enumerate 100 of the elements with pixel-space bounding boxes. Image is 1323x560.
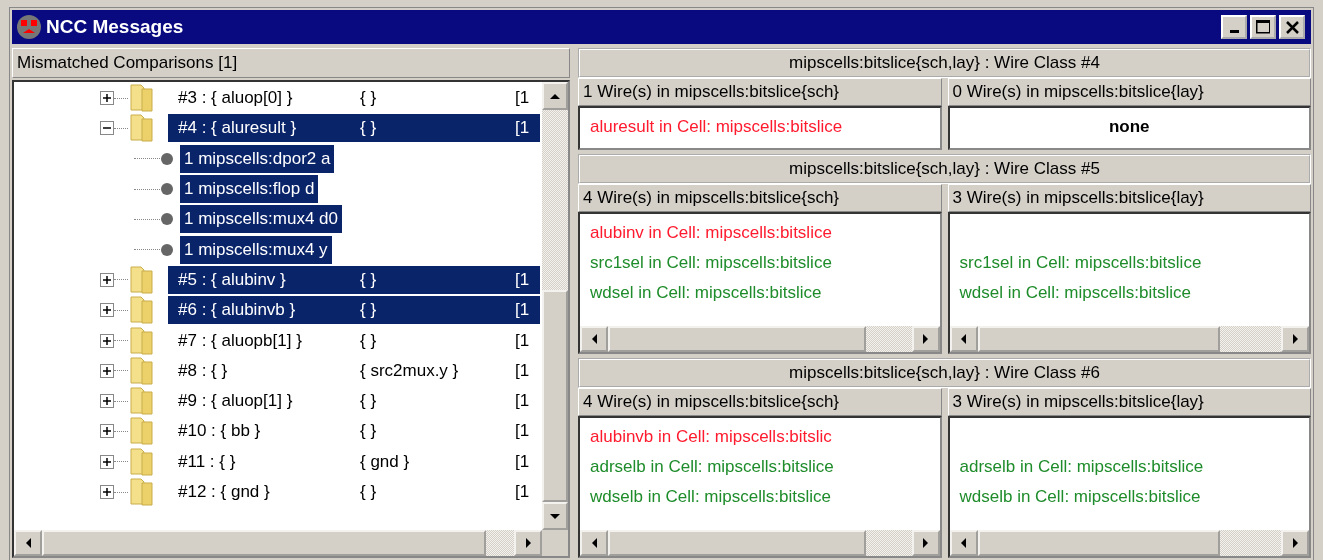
pane-header: Mismatched Comparisons [1] xyxy=(17,53,238,73)
minimize-button[interactable] xyxy=(1221,15,1247,39)
tree-row[interactable]: #6 : { alubinvb } { } [1 xyxy=(168,296,540,325)
wire-entry[interactable]: adrselb in Cell: mipscells:bitslice xyxy=(590,457,834,478)
scroll-left-button[interactable] xyxy=(580,326,608,353)
folder-icon xyxy=(128,477,154,507)
scrollbar-corner xyxy=(542,530,568,556)
scroll-right-button[interactable] xyxy=(911,326,940,353)
folder-icon xyxy=(128,386,154,417)
wire-entry[interactable]: src1sel in Cell: mipscells:bitslice xyxy=(959,253,1202,274)
tree-row[interactable]: #7 : { aluopb[1] } { } [1 xyxy=(168,326,540,355)
expand-icon[interactable] xyxy=(100,91,114,106)
tree-row[interactable]: #3 : { aluop[0] } { } [1 xyxy=(168,84,540,113)
wire-entry[interactable]: alubinvb in Cell: mipscells:bitslic xyxy=(590,427,832,448)
tree-item[interactable]: 1 mipscells:dpor2 a xyxy=(180,144,335,173)
folder-icon xyxy=(128,83,154,114)
arrow-right-icon xyxy=(1292,334,1298,345)
count-label: [1 xyxy=(515,300,530,321)
comparison-label: #8 : { } xyxy=(178,360,229,381)
tree-row[interactable]: #4 : { aluresult } { } [1 xyxy=(168,114,540,143)
scroll-left-button[interactable] xyxy=(580,530,608,556)
tree-row[interactable]: #10 : { bb } { } [1 xyxy=(168,417,540,446)
arrow-left-icon xyxy=(25,538,31,548)
wire-entry[interactable]: aluresult in Cell: mipscells:bitslice xyxy=(590,117,843,137)
expand-icon[interactable] xyxy=(100,272,114,287)
horizontal-scrollbar[interactable] xyxy=(580,530,940,556)
layout-wire-label: { } xyxy=(360,118,378,139)
comparison-label: #11 : { } xyxy=(178,451,237,472)
tree-row[interactable]: #9 : { aluop[1] } { } [1 xyxy=(168,387,540,416)
collapse-icon[interactable] xyxy=(100,121,114,136)
expand-icon[interactable] xyxy=(100,454,114,469)
horizontal-scrollbar[interactable] xyxy=(949,530,1309,556)
comparison-label: #7 : { aluopb[1] } xyxy=(178,330,303,351)
expand-icon[interactable] xyxy=(100,363,114,378)
scroll-up-button[interactable] xyxy=(542,82,568,110)
layout-wire-label: { } xyxy=(360,300,378,321)
wire-entry[interactable]: wdsel in Cell: mipscells:bitslice xyxy=(959,283,1191,304)
count-label: [1 xyxy=(515,360,530,381)
wire-entry[interactable]: wdselb in Cell: mipscells:bitslice xyxy=(959,487,1201,508)
expand-icon[interactable] xyxy=(100,394,114,409)
arrow-right-icon xyxy=(525,538,531,548)
wire-entry[interactable]: src1sel in Cell: mipscells:bitslice xyxy=(590,253,832,274)
tree-row[interactable]: #11 : { } { gnd } [1 xyxy=(168,447,540,476)
scroll-left-button[interactable] xyxy=(14,530,42,556)
scrollbar-thumb[interactable] xyxy=(608,530,866,556)
scroll-left-button[interactable] xyxy=(949,530,978,556)
arrow-up-icon xyxy=(550,93,560,99)
comparison-label: #10 : { bb } xyxy=(178,421,262,442)
scroll-right-button[interactable] xyxy=(514,530,542,556)
scroll-left-button[interactable] xyxy=(949,326,978,353)
arrow-right-icon xyxy=(1292,538,1298,548)
tree-item[interactable]: 1 mipscells:mux4 y xyxy=(180,235,332,264)
folder-icon xyxy=(128,113,154,144)
tree-row[interactable]: #5 : { alubinv } { } [1 xyxy=(168,265,540,294)
wire-class-title: mipscells:bitslice{sch,lay} : Wire Class #5 xyxy=(789,159,1100,180)
tree-item[interactable]: 1 mipscells:flop d xyxy=(180,175,319,204)
scrollbar-thumb[interactable] xyxy=(42,530,486,556)
close-button[interactable] xyxy=(1279,15,1305,39)
layout-wire-label: { src2mux.y } xyxy=(360,360,460,381)
scrollbar-thumb[interactable] xyxy=(608,326,866,353)
maximize-button[interactable] xyxy=(1250,15,1276,39)
folder-icon xyxy=(128,295,154,326)
wire-entry[interactable]: adrselb in Cell: mipscells:bitslice xyxy=(959,457,1204,478)
horizontal-scrollbar[interactable] xyxy=(14,530,542,556)
column-header: 4 Wire(s) in mipscells:bitslice{sch} xyxy=(583,188,839,209)
scroll-right-button[interactable] xyxy=(1281,326,1309,353)
count-label: [1 xyxy=(515,451,530,472)
bullet-icon xyxy=(160,182,174,197)
horizontal-scrollbar[interactable] xyxy=(580,326,940,353)
layout-wire-label: { } xyxy=(360,482,378,502)
expand-icon[interactable] xyxy=(100,303,114,318)
tree-row[interactable]: #8 : { } { src2mux.y } [1 xyxy=(168,356,540,385)
tree-item[interactable]: 1 mipscells:mux4 d0 xyxy=(180,205,342,234)
expand-icon[interactable] xyxy=(100,424,114,439)
scroll-down-button[interactable] xyxy=(542,502,568,530)
layout-wire-label: { } xyxy=(360,88,378,109)
wire-entry[interactable]: wdselb in Cell: mipscells:bitslice xyxy=(590,487,831,508)
count-label: [1 xyxy=(515,330,530,351)
wire-entry[interactable]: alubinv in Cell: mipscells:bitslice xyxy=(590,223,832,244)
bullet-icon xyxy=(160,151,174,166)
comparison-label: #9 : { aluop[1] } xyxy=(178,391,294,412)
horizontal-scrollbar[interactable] xyxy=(949,326,1309,353)
scrollbar-thumb[interactable] xyxy=(977,530,1221,556)
window-title: NCC Messages xyxy=(46,16,185,38)
scroll-right-button[interactable] xyxy=(1281,530,1309,556)
expand-icon[interactable] xyxy=(100,333,114,348)
scrollbar-thumb[interactable] xyxy=(542,290,568,502)
arrow-down-icon xyxy=(550,513,560,519)
expand-icon[interactable] xyxy=(100,485,114,499)
arrow-right-icon xyxy=(923,334,928,345)
tree-row[interactable]: #12 : { gnd } { } [1 xyxy=(168,478,540,506)
close-icon xyxy=(1285,20,1299,34)
arrow-left-icon xyxy=(591,334,597,345)
arrow-right-icon xyxy=(923,538,928,548)
comparison-label: #4 : { aluresult } xyxy=(178,118,298,139)
bullet-icon xyxy=(160,242,174,257)
arrow-left-icon xyxy=(961,538,966,548)
scroll-right-button[interactable] xyxy=(911,530,940,556)
wire-entry[interactable]: wdsel in Cell: mipscells:bitslice xyxy=(590,283,822,304)
scrollbar-thumb[interactable] xyxy=(977,326,1221,353)
